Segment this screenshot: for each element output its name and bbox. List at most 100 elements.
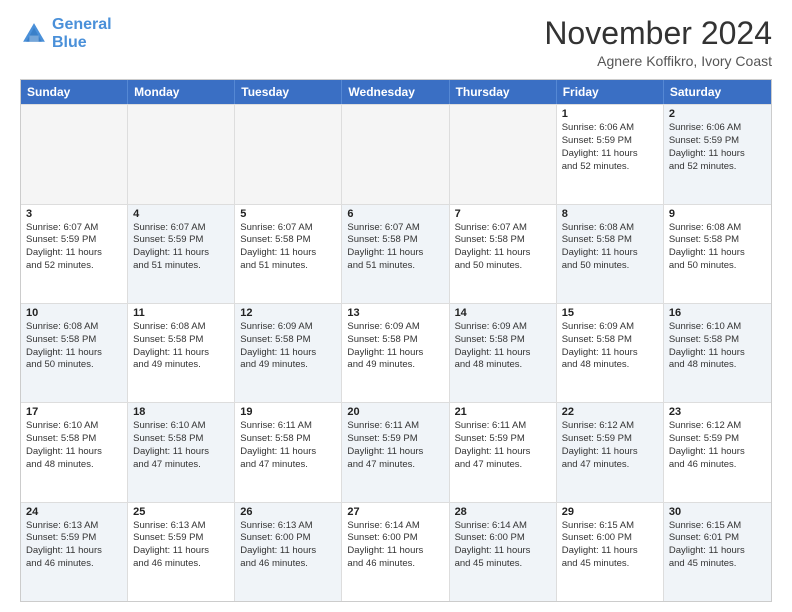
day-info: Sunrise: 6:07 AMSunset: 5:58 PMDaylight:…: [347, 222, 443, 273]
day-info: Sunrise: 6:07 AMSunset: 5:59 PMDaylight:…: [133, 222, 229, 273]
day-info: Sunrise: 6:09 AMSunset: 5:58 PMDaylight:…: [562, 321, 658, 372]
day-info: Sunrise: 6:12 AMSunset: 5:59 PMDaylight:…: [562, 420, 658, 471]
day-number: 8: [562, 208, 658, 220]
day-info: Sunrise: 6:14 AMSunset: 6:00 PMDaylight:…: [347, 520, 443, 571]
day-info: Sunrise: 6:07 AMSunset: 5:58 PMDaylight:…: [455, 222, 551, 273]
logo-icon: [20, 20, 48, 48]
day-info: Sunrise: 6:06 AMSunset: 5:59 PMDaylight:…: [562, 122, 658, 173]
day-cell-25: 25Sunrise: 6:13 AMSunset: 5:59 PMDayligh…: [128, 503, 235, 601]
day-cell-22: 22 Sunrise: 6:12 AMSunset: 5:59 PMDayligh…: [557, 403, 664, 501]
day-number: 30: [669, 506, 766, 518]
day-cell-6: 6 Sunrise: 6:07 AMSunset: 5:58 PMDaylight…: [342, 205, 449, 303]
day-cell-19: 19 Sunrise: 6:11 AMSunset: 5:58 PMDayligh…: [235, 403, 342, 501]
day-cell-20: 20Sunrise: 6:11 AMSunset: 5:59 PMDayligh…: [342, 403, 449, 501]
day-info: Sunrise: 6:09 AMSunset: 5:58 PMDaylight:…: [455, 321, 551, 372]
weekday-header-friday: Friday: [557, 80, 664, 104]
day-cell-14: 14Sunrise: 6:09 AMSunset: 5:58 PMDayligh…: [450, 304, 557, 402]
day-number: 3: [26, 208, 122, 220]
day-number: 11: [133, 307, 229, 319]
empty-cell-0-1: [128, 105, 235, 203]
header: General Blue November 2024 Agnere Koffik…: [20, 16, 772, 69]
day-info: Sunrise: 6:09 AMSunset: 5:58 PMDaylight:…: [347, 321, 443, 372]
calendar-row-3: 17 Sunrise: 6:10 AMSunset: 5:58 PMDayligh…: [21, 402, 771, 501]
day-info: Sunrise: 6:11 AMSunset: 5:59 PMDaylight:…: [455, 420, 551, 471]
day-number: 18: [133, 406, 229, 418]
day-info: Sunrise: 6:10 AMSunset: 5:58 PMDaylight:…: [133, 420, 229, 471]
day-cell-23: 23Sunrise: 6:12 AMSunset: 5:59 PMDayligh…: [664, 403, 771, 501]
day-cell-5: 5 Sunrise: 6:07 AMSunset: 5:58 PMDaylight…: [235, 205, 342, 303]
day-cell-13: 13 Sunrise: 6:09 AMSunset: 5:58 PMDayligh…: [342, 304, 449, 402]
day-number: 9: [669, 208, 766, 220]
day-info: Sunrise: 6:08 AMSunset: 5:58 PMDaylight:…: [562, 222, 658, 273]
logo-line2: Blue: [52, 34, 87, 51]
day-number: 25: [133, 506, 229, 518]
day-cell-26: 26Sunrise: 6:13 AMSunset: 6:00 PMDayligh…: [235, 503, 342, 601]
day-cell-11: 11 Sunrise: 6:08 AMSunset: 5:58 PMDayligh…: [128, 304, 235, 402]
weekday-header-tuesday: Tuesday: [235, 80, 342, 104]
day-cell-21: 21 Sunrise: 6:11 AMSunset: 5:59 PMDayligh…: [450, 403, 557, 501]
day-cell-16: 16Sunrise: 6:10 AMSunset: 5:58 PMDayligh…: [664, 304, 771, 402]
day-number: 2: [669, 108, 766, 120]
day-number: 26: [240, 506, 336, 518]
day-cell-18: 18 Sunrise: 6:10 AMSunset: 5:58 PMDayligh…: [128, 403, 235, 501]
day-info: Sunrise: 6:14 AMSunset: 6:00 PMDaylight:…: [455, 520, 551, 571]
day-info: Sunrise: 6:07 AMSunset: 5:58 PMDaylight:…: [240, 222, 336, 273]
day-number: 15: [562, 307, 658, 319]
day-cell-1: 1 Sunrise: 6:06 AMSunset: 5:59 PMDaylight…: [557, 105, 664, 203]
day-cell-15: 15 Sunrise: 6:09 AMSunset: 5:58 PMDayligh…: [557, 304, 664, 402]
day-number: 23: [669, 406, 766, 418]
day-cell-4: 4 Sunrise: 6:07 AMSunset: 5:59 PMDaylight…: [128, 205, 235, 303]
day-number: 13: [347, 307, 443, 319]
weekday-header-sunday: Sunday: [21, 80, 128, 104]
calendar: SundayMondayTuesdayWednesdayThursdayFrid…: [20, 79, 772, 602]
day-info: Sunrise: 6:06 AMSunset: 5:59 PMDaylight:…: [669, 122, 766, 173]
day-info: Sunrise: 6:11 AMSunset: 5:58 PMDaylight:…: [240, 420, 336, 471]
weekday-header-thursday: Thursday: [450, 80, 557, 104]
day-info: Sunrise: 6:08 AMSunset: 5:58 PMDaylight:…: [26, 321, 122, 372]
day-number: 5: [240, 208, 336, 220]
logo: General Blue: [20, 16, 112, 51]
empty-cell-0-3: [342, 105, 449, 203]
day-info: Sunrise: 6:08 AMSunset: 5:58 PMDaylight:…: [133, 321, 229, 372]
day-number: 19: [240, 406, 336, 418]
day-cell-7: 7 Sunrise: 6:07 AMSunset: 5:58 PMDaylight…: [450, 205, 557, 303]
logo-line1: General: [52, 16, 112, 33]
day-cell-17: 17Sunrise: 6:10 AMSunset: 5:58 PMDayligh…: [21, 403, 128, 501]
day-number: 4: [133, 208, 229, 220]
day-number: 27: [347, 506, 443, 518]
empty-cell-0-4: [450, 105, 557, 203]
location: Agnere Koffikro, Ivory Coast: [544, 53, 772, 69]
calendar-row-1: 3 Sunrise: 6:07 AMSunset: 5:59 PMDaylight…: [21, 204, 771, 303]
empty-cell-0-0: [21, 105, 128, 203]
day-cell-3: 3 Sunrise: 6:07 AMSunset: 5:59 PMDaylight…: [21, 205, 128, 303]
empty-cell-0-2: [235, 105, 342, 203]
calendar-body: 1 Sunrise: 6:06 AMSunset: 5:59 PMDaylight…: [21, 104, 771, 601]
day-cell-29: 29Sunrise: 6:15 AMSunset: 6:00 PMDayligh…: [557, 503, 664, 601]
day-number: 10: [26, 307, 122, 319]
calendar-row-4: 24Sunrise: 6:13 AMSunset: 5:59 PMDayligh…: [21, 502, 771, 601]
day-number: 28: [455, 506, 551, 518]
day-info: Sunrise: 6:07 AMSunset: 5:59 PMDaylight:…: [26, 222, 122, 273]
weekday-header-monday: Monday: [128, 80, 235, 104]
day-info: Sunrise: 6:08 AMSunset: 5:58 PMDaylight:…: [669, 222, 766, 273]
day-number: 22: [562, 406, 658, 418]
day-info: Sunrise: 6:13 AMSunset: 5:59 PMDaylight:…: [26, 520, 122, 571]
day-number: 21: [455, 406, 551, 418]
page: General Blue November 2024 Agnere Koffik…: [0, 0, 792, 612]
day-info: Sunrise: 6:15 AMSunset: 6:01 PMDaylight:…: [669, 520, 766, 571]
day-number: 6: [347, 208, 443, 220]
day-number: 7: [455, 208, 551, 220]
day-number: 17: [26, 406, 122, 418]
logo-text: General Blue: [52, 16, 112, 51]
day-cell-8: 8 Sunrise: 6:08 AMSunset: 5:58 PMDaylight…: [557, 205, 664, 303]
day-cell-28: 28 Sunrise: 6:14 AMSunset: 6:00 PMDayligh…: [450, 503, 557, 601]
day-cell-30: 30 Sunrise: 6:15 AMSunset: 6:01 PMDayligh…: [664, 503, 771, 601]
month-title: November 2024: [544, 16, 772, 51]
calendar-header: SundayMondayTuesdayWednesdayThursdayFrid…: [21, 80, 771, 104]
day-info: Sunrise: 6:09 AMSunset: 5:58 PMDaylight:…: [240, 321, 336, 372]
day-info: Sunrise: 6:11 AMSunset: 5:59 PMDaylight:…: [347, 420, 443, 471]
day-number: 1: [562, 108, 658, 120]
title-block: November 2024 Agnere Koffikro, Ivory Coa…: [544, 16, 772, 69]
day-number: 16: [669, 307, 766, 319]
day-cell-24: 24Sunrise: 6:13 AMSunset: 5:59 PMDayligh…: [21, 503, 128, 601]
